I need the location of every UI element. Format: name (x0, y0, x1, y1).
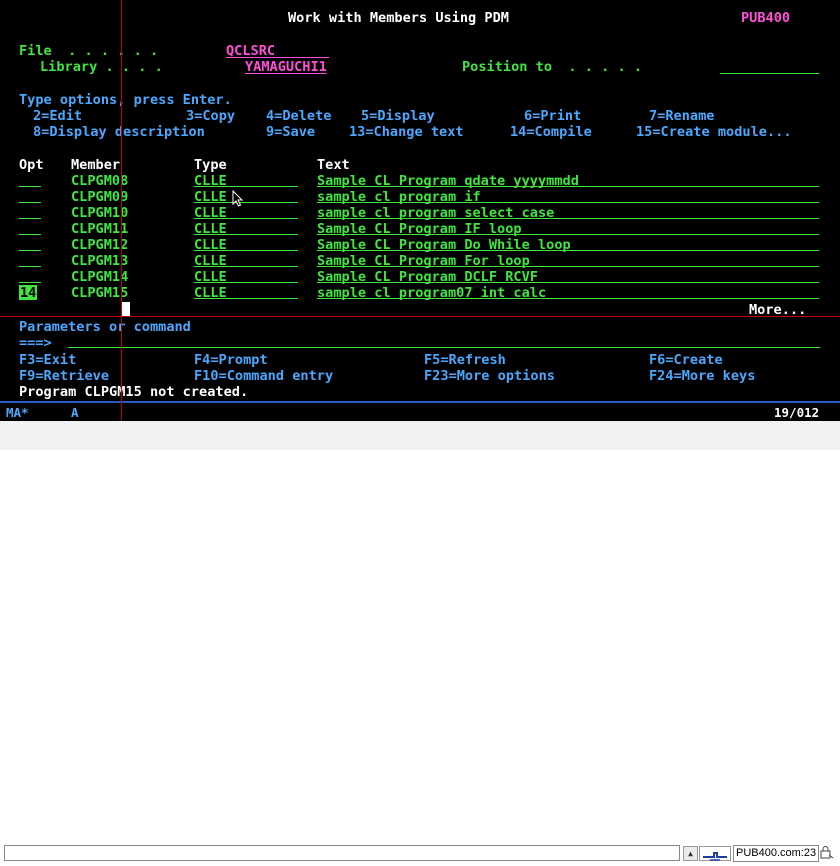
connection-icon[interactable] (699, 846, 731, 861)
option-display-description: 8=Display description (33, 124, 205, 140)
text-underline (317, 234, 819, 235)
option-input[interactable] (19, 266, 41, 267)
option-change-text: 13=Change text (349, 124, 464, 140)
library-label: Library . . . . (40, 59, 163, 75)
option-input[interactable] (19, 186, 41, 187)
crosshair-vertical (121, 0, 122, 430)
member-name: CLPGM10 (71, 205, 129, 221)
fkey-f3-exit[interactable]: F3=Exit (19, 352, 76, 368)
status-indicator: MA* (6, 405, 29, 420)
text-cursor (121, 302, 130, 316)
option-input[interactable] (19, 282, 41, 283)
option-save: 9=Save (266, 124, 316, 140)
fkey-f23-more-options[interactable]: F23=More options (424, 368, 555, 384)
fkey-f4-prompt[interactable]: F4=Prompt (194, 352, 268, 368)
position-to-underline (720, 73, 819, 74)
column-header-member: Member (71, 157, 121, 173)
member-name: CLPGM09 (71, 189, 129, 205)
fkey-f6-create[interactable]: F6=Create (649, 352, 723, 368)
info-field (4, 845, 680, 861)
column-header-type: Type (194, 157, 227, 173)
keyboard-lock-icon[interactable] (820, 846, 834, 859)
option-input-selected[interactable]: 14 (19, 285, 38, 301)
option-print: 6=Print (524, 108, 582, 124)
session-address: PUB400.com:23 (733, 845, 820, 862)
text-underline (317, 202, 819, 203)
type-underline (194, 298, 298, 299)
file-underline (226, 57, 329, 58)
parameters-label: Parameters or command (19, 319, 191, 335)
fkey-f9-retrieve[interactable]: F9=Retrieve (19, 368, 109, 384)
message-line: Program CLPGM15 not created. (19, 384, 249, 400)
fkey-f5-refresh[interactable]: F5=Refresh (424, 352, 506, 368)
text-underline (317, 250, 819, 251)
position-to-label: Position to . . . . . (462, 59, 643, 75)
option-display: 5=Display (361, 108, 435, 124)
fkey-f10-command-entry[interactable]: F10=Command entry (194, 368, 333, 384)
file-label: File . . . . . . (19, 43, 159, 59)
option-input[interactable] (19, 250, 41, 251)
member-name: CLPGM15 (71, 285, 129, 301)
type-underline (194, 202, 298, 203)
option-input[interactable] (19, 218, 41, 219)
system-name: PUB400 (741, 10, 791, 26)
text-underline (317, 266, 819, 267)
option-input[interactable] (19, 234, 41, 235)
crosshair-horizontal (0, 316, 840, 317)
option-compile: 14=Compile (510, 124, 592, 140)
type-underline (194, 282, 298, 283)
column-header-opt: Opt (19, 157, 44, 173)
member-name: CLPGM08 (71, 173, 129, 189)
library-value[interactable]: YAMAGUCHI1 (245, 59, 327, 75)
type-underline (194, 234, 298, 235)
member-name: CLPGM11 (71, 221, 129, 237)
column-header-text: Text (317, 157, 350, 173)
emulator-bottom-bar: ▲ PUB400.com:23 (0, 421, 840, 862)
member-name: CLPGM14 (71, 269, 129, 285)
status-mode: A (71, 405, 79, 420)
type-underline (194, 266, 298, 267)
up-arrow-icon[interactable]: ▲ (683, 846, 698, 861)
command-prompt: ===> (19, 335, 52, 351)
status-bar: MA* A 19/012 (0, 401, 840, 423)
option-input[interactable] (19, 202, 41, 203)
screen-title: Work with Members Using PDM (288, 10, 509, 26)
option-edit: 2=Edit (33, 108, 83, 124)
type-underline (194, 186, 298, 187)
member-name: CLPGM12 (71, 237, 129, 253)
terminal-screen[interactable]: Work with Members Using PDM PUB400 File … (0, 0, 840, 405)
option-delete: 4=Delete (266, 108, 332, 124)
text-underline (317, 298, 819, 299)
option-rename: 7=Rename (649, 108, 715, 124)
cursor-position: 19/012 (774, 405, 820, 420)
member-name: CLPGM13 (71, 253, 129, 269)
fkey-f24-more-keys[interactable]: F24=More keys (649, 368, 755, 384)
text-underline (317, 218, 819, 219)
option-copy: 3=Copy (186, 108, 236, 124)
option-create-module: 15=Create module... (636, 124, 792, 140)
type-underline (194, 218, 298, 219)
text-underline (317, 186, 819, 187)
text-underline (317, 282, 819, 283)
command-underline (68, 347, 820, 348)
type-underline (194, 250, 298, 251)
instructions: Type options, press Enter. (19, 92, 232, 108)
mouse-pointer-icon (232, 190, 244, 207)
